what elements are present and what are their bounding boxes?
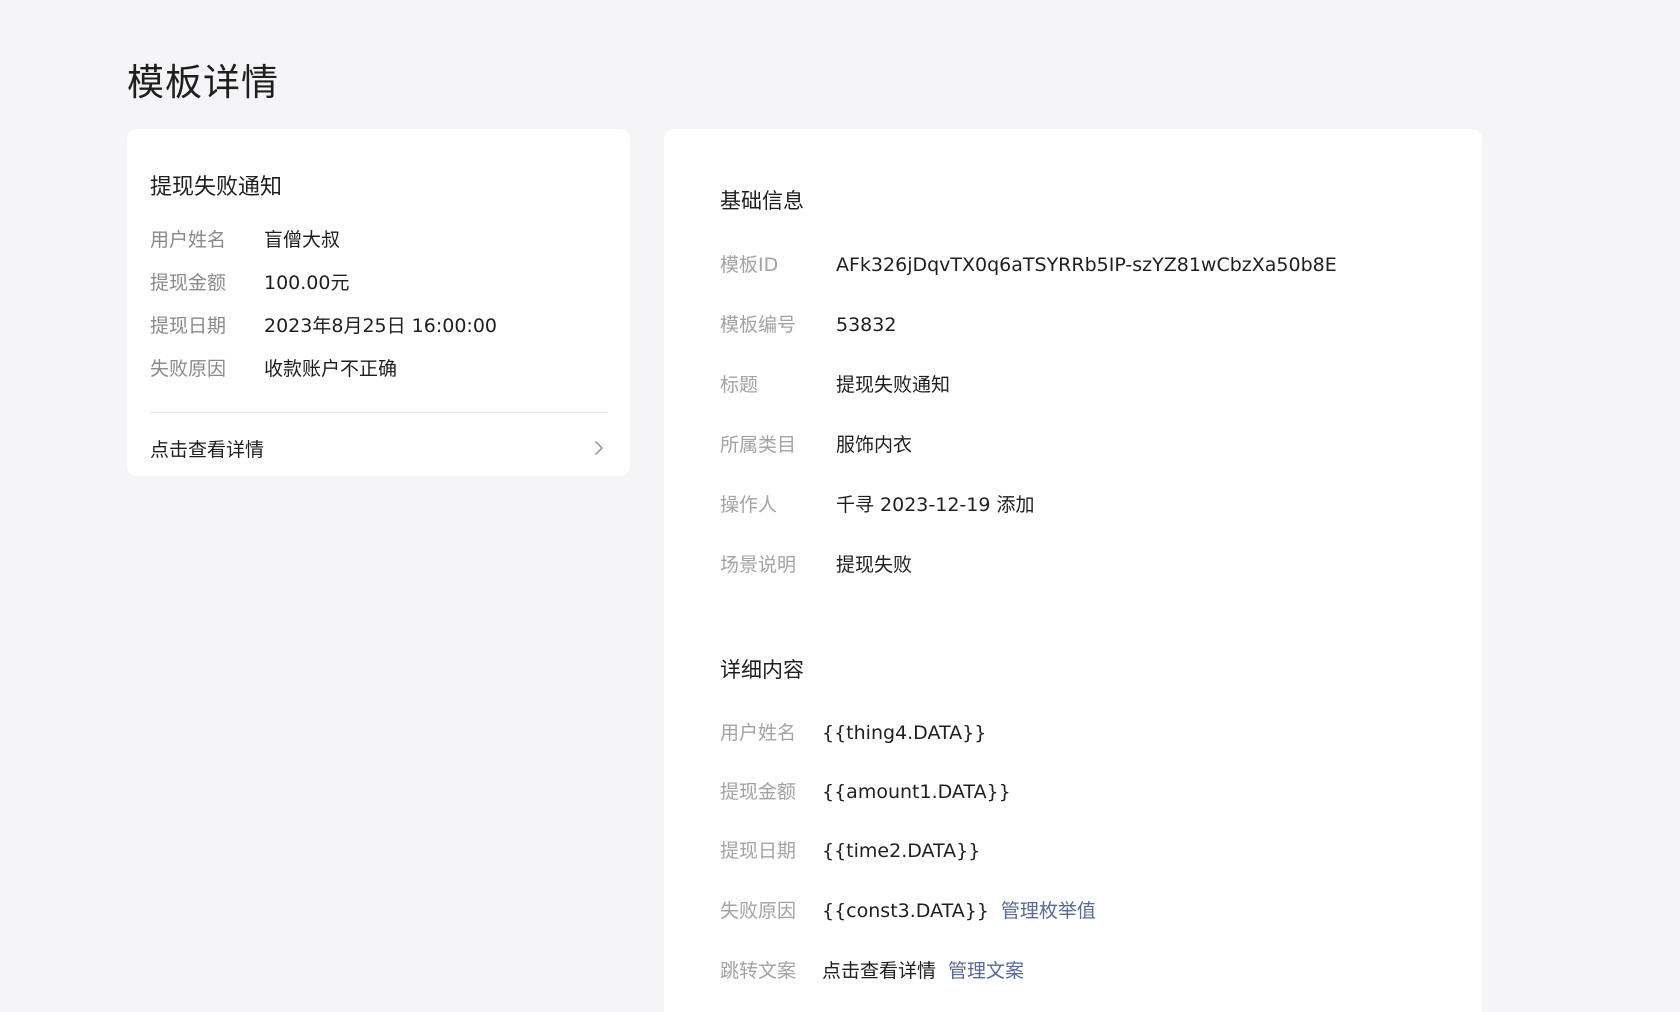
detail-content-value: {{time2.DATA}}: [822, 840, 981, 862]
preview-field-row: 提现金额 100.00元: [150, 268, 349, 295]
preview-field-row: 用户姓名 盲僧大叔: [150, 225, 340, 252]
detail-content-row: 失败原因 {{const3.DATA}} 管理枚举值: [720, 896, 1096, 923]
preview-field-value: 收款账户不正确: [264, 358, 398, 380]
preview-field-value: 2023年8月25日 16:00:00: [264, 315, 497, 337]
detail-content-row: 提现日期 {{time2.DATA}}: [720, 836, 980, 863]
preview-field-label: 提现金额: [150, 272, 227, 294]
basic-info-title: 基础信息: [720, 189, 804, 213]
view-details-link[interactable]: 点击查看详情: [150, 433, 608, 463]
preview-field-label: 提现日期: [150, 315, 227, 337]
basic-info-row: 模板编号 53832: [720, 310, 896, 337]
basic-info-label: 场景说明: [720, 554, 797, 576]
detail-content-label: 失败原因: [720, 900, 797, 922]
preview-divider: [150, 412, 608, 413]
chevron-right-icon: [590, 439, 608, 457]
detail-content-label: 提现日期: [720, 840, 797, 862]
basic-info-label: 所属类目: [720, 434, 797, 456]
detail-content-title: 详细内容: [720, 658, 804, 682]
page: 模板详情 提现失败通知 用户姓名 盲僧大叔 提现金额 100.00元 提现日期 …: [0, 0, 1680, 1012]
view-details-label: 点击查看详情: [150, 438, 265, 461]
detail-content-value: {{amount1.DATA}}: [822, 781, 1011, 803]
basic-info-row: 标题 提现失败通知: [720, 370, 950, 397]
manage-enum-values-link[interactable]: 管理枚举值: [1001, 896, 1096, 923]
preview-field-label: 失败原因: [150, 358, 227, 380]
preview-field-label: 用户姓名: [150, 229, 227, 251]
page-title: 模板详情: [127, 61, 279, 104]
detail-content-row: 跳转文案 点击查看详情 管理文案: [720, 956, 1024, 983]
preview-title: 提现失败通知: [150, 175, 283, 200]
basic-info-label: 标题: [720, 374, 759, 396]
template-info-card: 基础信息 模板ID AFk326jDqvTX0q6aTSYRRb5IP-szYZ…: [664, 129, 1482, 1012]
detail-content-label: 跳转文案: [720, 960, 797, 982]
preview-field-value: 100.00元: [264, 272, 350, 294]
basic-info-value: 提现失败: [836, 554, 913, 576]
basic-info-row: 场景说明 提现失败: [720, 550, 912, 577]
basic-info-value: 提现失败通知: [836, 374, 951, 396]
basic-info-row: 操作人 千寻 2023-12-19 添加: [720, 490, 1035, 517]
basic-info-row: 所属类目 服饰内衣: [720, 430, 912, 457]
detail-content-label: 用户姓名: [720, 722, 797, 744]
detail-content-row: 提现金额 {{amount1.DATA}}: [720, 777, 1011, 804]
detail-content-row: 用户姓名 {{thing4.DATA}}: [720, 718, 986, 745]
basic-info-row: 模板ID AFk326jDqvTX0q6aTSYRRb5IP-szYZ81wCb…: [720, 250, 1337, 277]
basic-info-value: 千寻 2023-12-19 添加: [836, 494, 1035, 516]
basic-info-value: AFk326jDqvTX0q6aTSYRRb5IP-szYZ81wCbzXa50…: [836, 254, 1337, 276]
manage-copy-link[interactable]: 管理文案: [948, 956, 1024, 983]
detail-content-label: 提现金额: [720, 781, 797, 803]
basic-info-label: 模板编号: [720, 314, 797, 336]
detail-content-value: {{const3.DATA}}: [822, 900, 989, 922]
preview-field-row: 失败原因 收款账户不正确: [150, 354, 397, 381]
basic-info-label: 模板ID: [720, 254, 779, 276]
preview-field-row: 提现日期 2023年8月25日 16:00:00: [150, 311, 497, 338]
basic-info-value: 53832: [836, 314, 897, 336]
preview-field-value: 盲僧大叔: [264, 229, 341, 251]
detail-content-value: 点击查看详情: [822, 960, 937, 982]
basic-info-value: 服饰内衣: [836, 434, 913, 456]
basic-info-label: 操作人: [720, 494, 778, 516]
template-preview-card: 提现失败通知 用户姓名 盲僧大叔 提现金额 100.00元 提现日期 2023年…: [127, 129, 630, 476]
detail-content-value: {{thing4.DATA}}: [822, 722, 987, 744]
